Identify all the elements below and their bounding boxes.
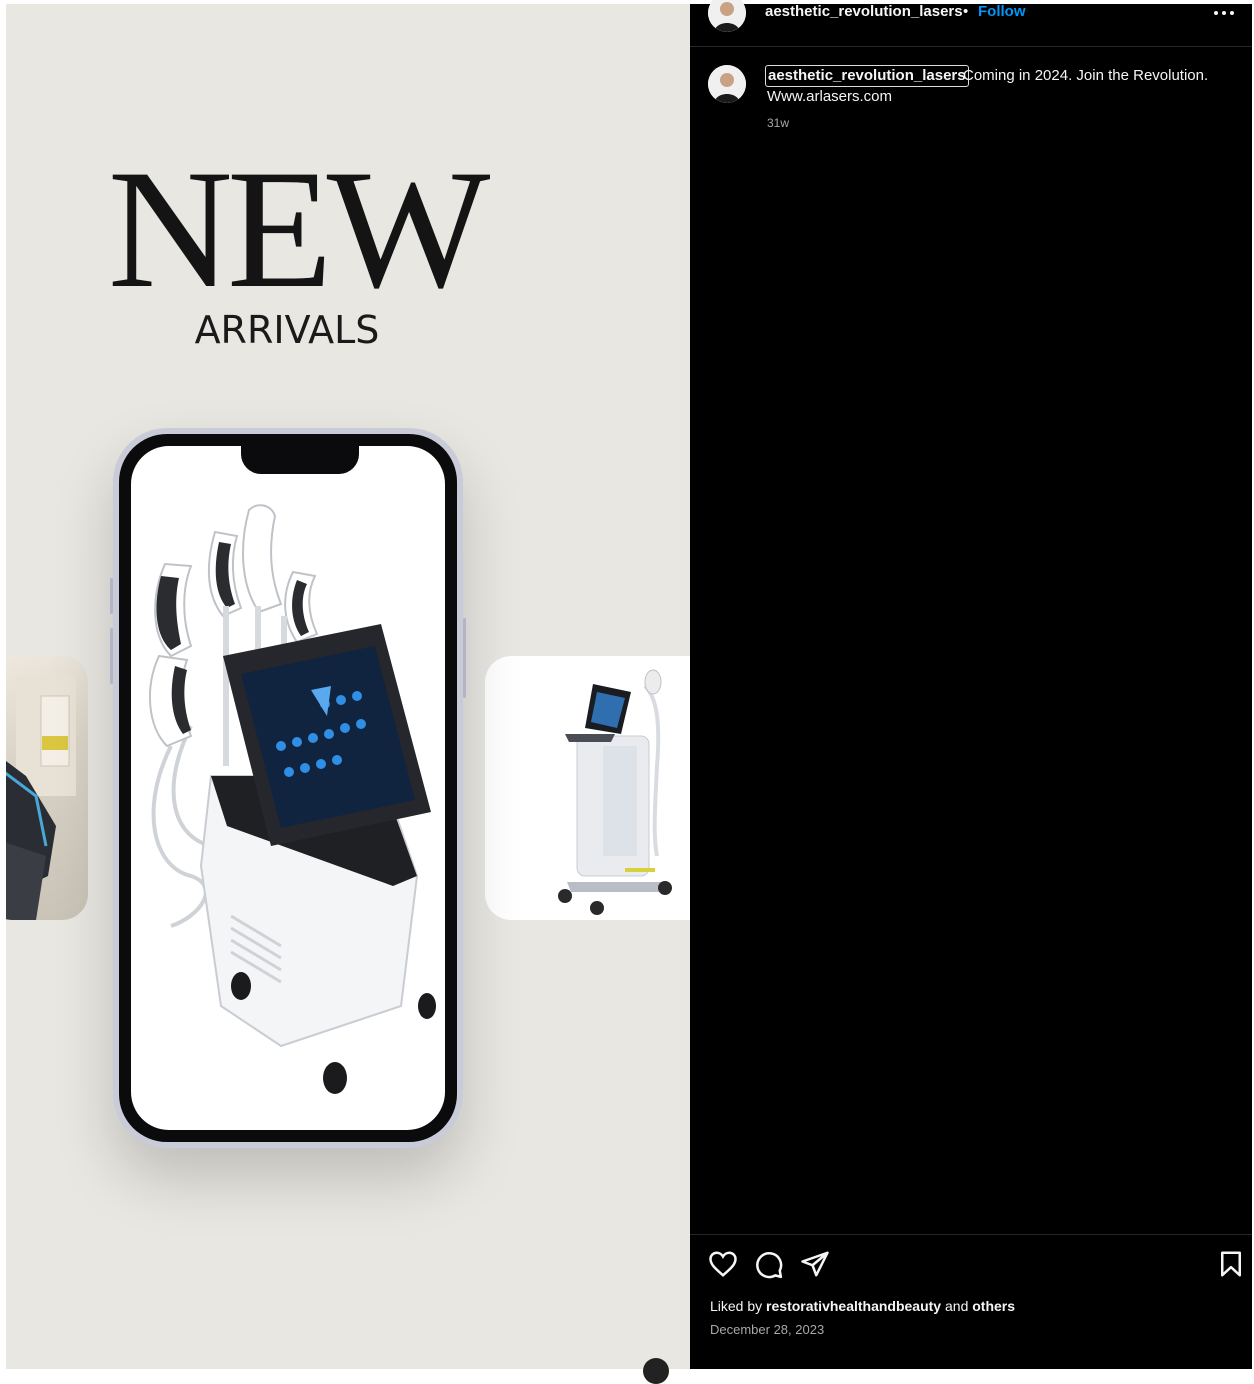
media-headline: NEW: [107, 135, 491, 323]
share-button[interactable]: [800, 1249, 830, 1279]
like-button[interactable]: [708, 1249, 738, 1279]
author-avatar[interactable]: [708, 0, 746, 32]
carousel-indicator: [643, 1358, 669, 1384]
treatment-chair-image: [6, 676, 76, 920]
post-date[interactable]: December 28, 2023: [710, 1322, 824, 1337]
likes-summary: Liked by restorativhealthandbeauty and o…: [710, 1298, 1015, 1314]
previous-product-card: [6, 656, 88, 920]
phone-side-button: [463, 618, 466, 698]
follow-button[interactable]: Follow: [978, 4, 1026, 20]
heart-icon: [709, 1251, 737, 1277]
phone-mockup: [110, 428, 466, 1148]
caption-url: Www.arlasers.com: [767, 88, 893, 105]
liked-user-link[interactable]: restorativhealthandbeauty: [766, 1298, 941, 1314]
phone-bezel: [119, 434, 457, 1142]
caption-text: Coming in 2024. Join the Revolution.: [963, 67, 1209, 84]
phone-screen: [131, 446, 445, 1130]
bookmark-icon: [1221, 1251, 1241, 1277]
more-options-icon: [1214, 11, 1234, 15]
actions-divider: [690, 1234, 1252, 1235]
author-username[interactable]: aesthetic_revolution_lasers: [765, 4, 963, 20]
comment-icon: [756, 1252, 783, 1279]
header-separator: •: [963, 3, 969, 20]
caption-age[interactable]: 31w: [767, 116, 789, 130]
liked-and: and: [945, 1298, 969, 1314]
post-media[interactable]: NEW ARRIVALS: [6, 4, 690, 1369]
user-avatar-icon: [708, 65, 746, 103]
liked-others-link[interactable]: others: [972, 1298, 1015, 1314]
liked-prefix: Liked by: [710, 1298, 763, 1314]
caption-username[interactable]: aesthetic_revolution_lasers: [765, 65, 969, 87]
post-panel: aesthetic_revolution_lasers • Follow aes…: [690, 0, 1252, 1369]
phone-side-button: [110, 628, 113, 684]
laser-machine-image: [558, 669, 672, 915]
body-contouring-device-image: [149, 504, 436, 1094]
phone-side-button: [110, 578, 113, 614]
next-product-card: [485, 656, 690, 920]
user-avatar-icon: [708, 0, 746, 32]
header-divider: [690, 46, 1252, 47]
caption-avatar[interactable]: [708, 65, 746, 103]
more-options-button[interactable]: [1212, 6, 1236, 18]
save-button[interactable]: [1216, 1249, 1246, 1279]
comment-button[interactable]: [754, 1250, 784, 1280]
media-subheadline: ARRIVALS: [194, 308, 380, 352]
send-icon: [801, 1251, 829, 1277]
